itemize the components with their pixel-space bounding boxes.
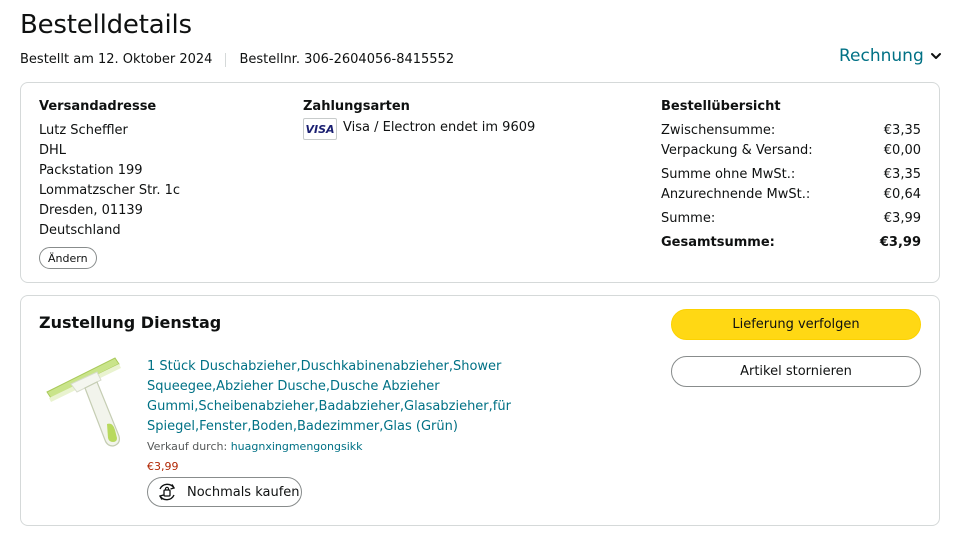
page-title: Bestelldetails xyxy=(20,10,192,40)
summary-label: Verpackung & Versand: xyxy=(661,143,813,158)
seller-link[interactable]: huagnxingmengongsikk xyxy=(231,440,363,453)
summary-row-shipping: Verpackung & Versand: €0,00 xyxy=(661,143,921,158)
change-address-button[interactable]: Ändern xyxy=(39,247,97,269)
order-meta-row: Bestellt am 12. Oktober 2024 Bestellnr. … xyxy=(20,52,454,67)
shipping-country: Deutschland xyxy=(39,223,121,238)
summary-value: €3,35 xyxy=(883,123,921,138)
shipping-packstation: Packstation 199 xyxy=(39,163,143,178)
delivery-card: Zustellung Dienstag 1 Stück Duschabziehe… xyxy=(20,295,940,526)
shipping-name: Lutz Scheffler xyxy=(39,123,128,138)
invoice-dropdown[interactable]: Rechnung xyxy=(839,46,942,66)
shipping-street: Lommatzscher Str. 1c xyxy=(39,183,181,198)
meta-divider xyxy=(225,52,227,67)
summary-label: Anzurechnende MwSt.: xyxy=(661,187,811,202)
summary-row-subtotal: Zwischensumme: €3,35 xyxy=(661,123,921,138)
delivery-title: Zustellung Dienstag xyxy=(39,313,222,332)
payment-title: Zahlungsarten xyxy=(303,99,410,114)
summary-value: €0,00 xyxy=(883,143,921,158)
shipping-title: Versandadresse xyxy=(39,99,157,114)
summary-value: €0,64 xyxy=(883,187,921,202)
cancel-item-button[interactable]: Artikel stornieren xyxy=(671,356,921,387)
order-number: Bestellnr. 306-2604056-8415552 xyxy=(239,52,455,67)
payment-card-text: Visa / Electron endet im 9609 xyxy=(343,120,536,135)
product-title-link[interactable]: 1 Stück Duschabzieher,Duschkabinenabzieh… xyxy=(147,357,627,437)
seller-prefix: Verkauf durch: xyxy=(147,440,231,453)
summary-value: €3,99 xyxy=(879,235,921,250)
summary-value: €3,99 xyxy=(883,211,921,226)
summary-row-total: Gesamtsumme: €3,99 xyxy=(661,235,921,250)
shipping-city: Dresden, 01139 xyxy=(39,203,143,218)
invoice-label: Rechnung xyxy=(839,46,924,66)
summary-label: Summe: xyxy=(661,211,716,226)
product-image[interactable] xyxy=(41,354,131,450)
summary-label: Gesamtsumme: xyxy=(661,235,775,250)
track-package-button[interactable]: Lieferung verfolgen xyxy=(671,309,921,340)
rebuy-label: Nochmals kaufen xyxy=(187,484,300,500)
summary-row-vat: Anzurechnende MwSt.: €0,64 xyxy=(661,187,921,202)
product-price: €3,99 xyxy=(147,460,179,473)
summary-title: Bestellübersicht xyxy=(661,99,781,114)
order-date: Bestellt am 12. Oktober 2024 xyxy=(20,52,213,67)
visa-card-icon: VISA xyxy=(303,118,337,140)
shipping-carrier: DHL xyxy=(39,143,67,158)
summary-label: Summe ohne MwSt.: xyxy=(661,167,796,182)
order-info-card: Versandadresse Lutz Scheffler DHL Packst… xyxy=(20,82,940,283)
rebuy-cycle-icon xyxy=(158,483,176,501)
chevron-down-icon xyxy=(930,53,941,59)
seller-line: Verkauf durch: huagnxingmengongsikk xyxy=(147,440,363,453)
summary-value: €3,35 xyxy=(883,167,921,182)
rebuy-button[interactable]: Nochmals kaufen xyxy=(147,477,302,507)
summary-label: Zwischensumme: xyxy=(661,123,776,138)
summary-row-sum: Summe: €3,99 xyxy=(661,211,921,226)
summary-row-net: Summe ohne MwSt.: €3,35 xyxy=(661,167,921,182)
